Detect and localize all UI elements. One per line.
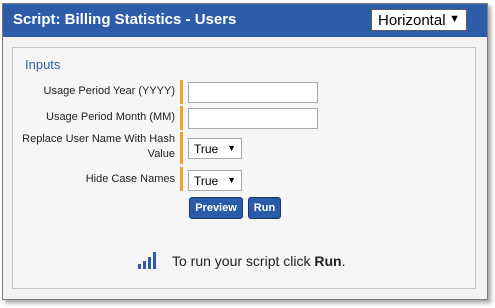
- usage-month-label: Usage Period Month (MM): [46, 111, 175, 123]
- hide-case-names-select-value: True: [194, 174, 219, 188]
- required-marker: [180, 167, 183, 191]
- required-marker: [180, 132, 183, 164]
- hide-case-names-select[interactable]: True ▼: [188, 170, 242, 191]
- hint-text-suffix: .: [341, 253, 346, 269]
- orientation-dropdown[interactable]: Horizontal ▼: [371, 9, 467, 31]
- usage-year-input[interactable]: [188, 82, 318, 103]
- hash-user-name-label: Replace User Name With Hash Value: [22, 133, 175, 160]
- orientation-dropdown-value: Horizontal: [378, 12, 446, 29]
- inputs-heading: Inputs: [25, 57, 61, 72]
- chevron-down-icon: ▼: [227, 143, 236, 153]
- chevron-down-icon: ▼: [449, 13, 460, 25]
- usage-month-input[interactable]: [188, 108, 318, 129]
- bar-chart-icon: [138, 252, 158, 269]
- inputs-panel: Inputs Usage Period Year (YYYY) Usage Pe…: [12, 47, 476, 289]
- required-marker: [180, 106, 183, 130]
- hint-text-run: Run: [314, 253, 342, 269]
- hide-case-names-label: Hide Case Names: [85, 173, 175, 185]
- hint-text: To run your script click Run.: [172, 253, 345, 269]
- hint-text-main: To run your script click: [172, 253, 311, 269]
- title-bar: Script: Billing Statistics - Users Horiz…: [3, 4, 487, 37]
- script-window: Script: Billing Statistics - Users Horiz…: [2, 3, 488, 300]
- required-marker: [180, 80, 183, 104]
- hash-user-name-select[interactable]: True ▼: [188, 138, 242, 159]
- chevron-down-icon: ▼: [227, 175, 236, 185]
- preview-button[interactable]: Preview: [189, 197, 243, 219]
- run-button[interactable]: Run: [248, 197, 281, 219]
- window-title: Script: Billing Statistics - Users: [13, 11, 237, 28]
- usage-year-label: Usage Period Year (YYYY): [43, 85, 175, 97]
- hash-user-name-select-value: True: [194, 142, 219, 156]
